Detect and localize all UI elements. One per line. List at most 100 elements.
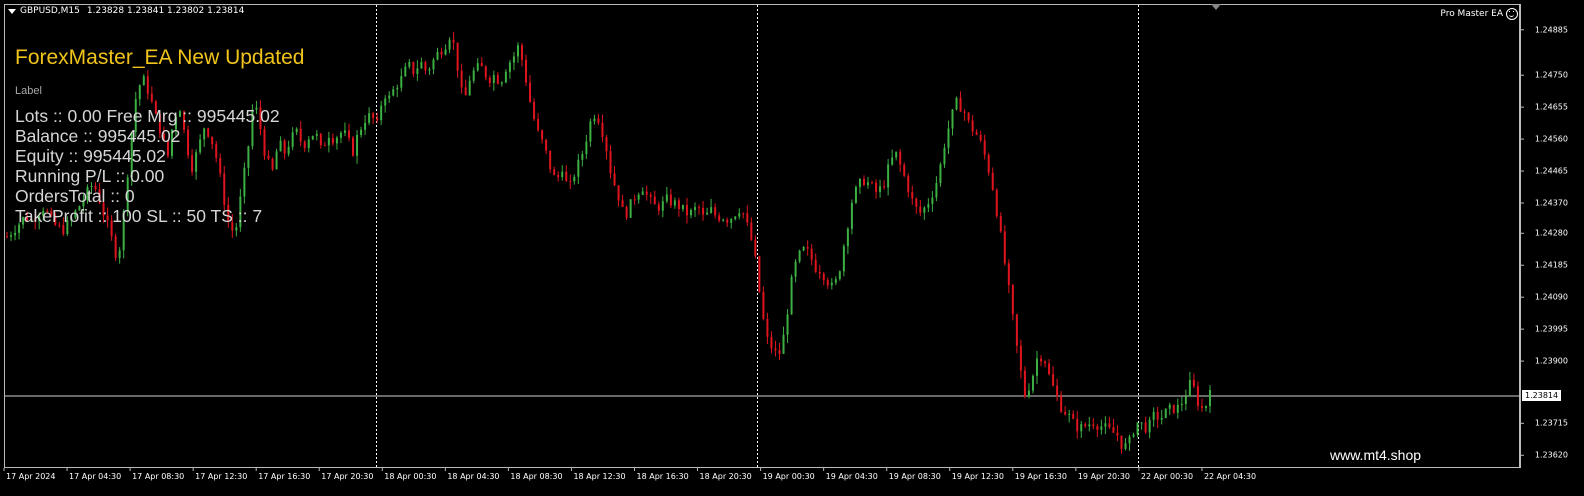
tp-sl-ts-line: TakeProfit :: 100 SL :: 50 TS :: 7 — [15, 206, 263, 226]
bear-candle — [959, 97, 962, 112]
bear-candle — [553, 169, 556, 176]
bear-candle — [1144, 422, 1147, 433]
time-tick-label: 19 Apr 16:30 — [1014, 472, 1067, 481]
bull-candle — [400, 76, 403, 88]
bull-candle — [392, 89, 395, 96]
chart-window[interactable]: GBPUSD,M15 1.23828 1.23841 1.23802 1.238… — [0, 0, 1584, 496]
price-chart[interactable] — [0, 0, 1584, 496]
bull-candle — [380, 105, 383, 121]
time-tick-label: 17 Apr 08:30 — [132, 472, 185, 481]
bull-candle — [327, 137, 330, 146]
bear-candle — [283, 140, 286, 154]
bear-candle — [758, 256, 761, 292]
chart-shift-marker[interactable] — [1211, 4, 1221, 10]
bull-candle — [706, 212, 709, 215]
time-tick-label: 19 Apr 12:30 — [951, 472, 1004, 481]
bear-candle — [698, 207, 701, 209]
bear-candle — [685, 204, 688, 216]
bear-candle — [1112, 427, 1115, 433]
bear-candle — [480, 63, 483, 67]
bear-candle — [1192, 379, 1195, 387]
bull-candle — [1152, 411, 1155, 420]
bear-candle — [1096, 426, 1099, 430]
bull-candle — [1160, 417, 1163, 420]
bear-candle — [1156, 411, 1159, 420]
watermark-url: www.mt4.shop — [1330, 447, 1422, 463]
bull-candle — [1176, 405, 1179, 413]
bear-candle — [62, 224, 65, 234]
bear-candle — [677, 200, 680, 210]
bear-candle — [347, 130, 350, 138]
chart-border — [4, 4, 1520, 468]
bear-candle — [742, 213, 745, 215]
price-tick-label: 1.23715 — [1534, 418, 1568, 428]
bull-candle — [1168, 404, 1171, 409]
bear-candle — [484, 66, 487, 78]
expert-advisor-badge[interactable]: Pro Master EA — [1440, 8, 1518, 20]
bear-candle — [778, 350, 781, 354]
bear-candle — [605, 137, 608, 152]
bull-candle — [585, 141, 588, 155]
bull-candle — [943, 147, 946, 165]
bear-candle — [1196, 386, 1199, 407]
bull-candle — [432, 59, 435, 70]
bear-candle — [963, 111, 966, 113]
bull-candle — [786, 314, 789, 335]
bull-candle — [235, 227, 238, 231]
bull-candle — [444, 49, 447, 55]
bull-candle — [935, 183, 938, 198]
time-tick-label: 17 Apr 2024 — [6, 472, 56, 481]
price-tick-label: 1.24655 — [1534, 102, 1568, 112]
dropdown-arrow-icon[interactable] — [8, 8, 16, 14]
bear-candle — [746, 213, 749, 223]
smiley-icon[interactable] — [1506, 8, 1518, 20]
time-tick-label: 19 Apr 04:30 — [825, 472, 878, 481]
balance-line: Balance :: 995445.02 — [15, 126, 181, 146]
bear-candle — [875, 182, 878, 192]
bull-candle — [1080, 424, 1083, 432]
time-tick-label: 19 Apr 00:30 — [762, 472, 815, 481]
bull-candle — [142, 76, 145, 86]
time-tick-label: 17 Apr 20:30 — [321, 472, 374, 481]
bear-candle — [633, 199, 636, 201]
bear-candle — [1056, 385, 1059, 397]
bear-candle — [372, 113, 375, 119]
bear-candle — [1003, 231, 1006, 264]
bull-candle — [1204, 406, 1207, 408]
bear-candle — [613, 173, 616, 186]
bull-candle — [1164, 408, 1167, 418]
bull-candle — [1148, 419, 1151, 433]
price-tick-label: 1.24185 — [1534, 260, 1568, 270]
bull-candle — [436, 51, 439, 60]
bear-candle — [452, 39, 455, 43]
bear-candle — [645, 191, 648, 195]
time-tick-label: 19 Apr 20:30 — [1077, 472, 1131, 481]
bull-candle — [1140, 422, 1143, 424]
bull-candle — [1209, 390, 1211, 407]
bull-candle — [830, 282, 833, 286]
time-tick-label: 22 Apr 04:30 — [1203, 472, 1257, 481]
bull-candle — [343, 130, 346, 133]
bear-candle — [323, 145, 326, 147]
bull-candle — [291, 132, 294, 147]
bear-candle — [569, 181, 572, 183]
bull-candle — [468, 80, 471, 96]
time-tick-label: 18 Apr 16:30 — [636, 472, 689, 481]
bull-candle — [955, 97, 958, 110]
bull-candle — [689, 210, 692, 216]
bear-candle — [1015, 314, 1018, 346]
bull-candle — [879, 186, 882, 192]
bull-candle — [315, 133, 318, 136]
bear-candle — [150, 93, 153, 102]
price-tick-label: 1.24280 — [1534, 228, 1568, 238]
bull-candle — [512, 56, 515, 63]
bear-candle — [621, 200, 624, 207]
bear-candle — [1019, 345, 1022, 371]
bear-candle — [762, 291, 765, 319]
bear-candle — [649, 194, 652, 197]
account-info-panel: Lots :: 0.00 Free Mrg :: 995445.02 Balan… — [15, 106, 280, 226]
bull-candle — [364, 122, 367, 130]
bear-candle — [146, 76, 149, 94]
bear-candle — [331, 137, 334, 144]
bear-candle — [460, 70, 463, 88]
